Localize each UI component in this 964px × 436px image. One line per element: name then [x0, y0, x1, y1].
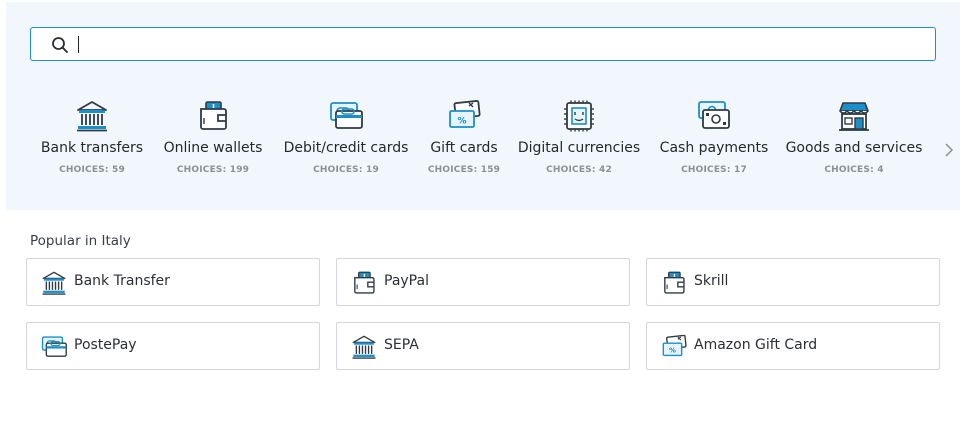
category-label: Gift cards — [430, 140, 498, 156]
popular-item-paypal[interactable]: PayPal — [336, 258, 630, 306]
payment-method-panel: Bank transfers CHOICES: 59 Online wallet… — [6, 2, 960, 210]
category-count: CHOICES: 159 — [427, 165, 501, 175]
chip-icon — [562, 100, 596, 132]
category-count: CHOICES: 17 — [681, 165, 747, 175]
category-count: CHOICES: 4 — [824, 165, 884, 175]
card-icon — [41, 334, 67, 360]
popular-item-postepay[interactable]: PostePay — [26, 322, 320, 370]
popular-item-bank-transfer[interactable]: Bank Transfer — [26, 258, 320, 306]
category-gift-cards[interactable]: Gift cards CHOICES: 159 — [424, 100, 504, 175]
category-cash-payments[interactable]: Cash payments CHOICES: 17 — [656, 100, 772, 175]
chevron-right-icon[interactable] — [942, 140, 956, 160]
wallet-icon — [661, 270, 687, 296]
category-label: Online wallets — [163, 140, 263, 156]
category-label: Debit/credit cards — [283, 140, 409, 156]
bank-icon — [351, 334, 377, 360]
category-label: Cash payments — [659, 140, 769, 156]
bank-icon — [75, 100, 109, 132]
category-count: CHOICES: 19 — [313, 165, 379, 175]
category-label: Goods and services — [785, 140, 923, 156]
popular-item-sepa[interactable]: SEPA — [336, 322, 630, 370]
category-debit-credit-cards[interactable]: Debit/credit cards CHOICES: 19 — [279, 100, 413, 175]
popular-item-label: Bank Transfer — [74, 273, 170, 289]
popular-item-skrill[interactable]: Skrill — [646, 258, 940, 306]
popular-item-label: Amazon Gift Card — [694, 337, 818, 353]
category-online-wallets[interactable]: Online wallets CHOICES: 199 — [156, 100, 270, 175]
category-bank-transfers[interactable]: Bank transfers CHOICES: 59 — [32, 100, 152, 175]
category-label: Bank transfers — [40, 140, 144, 156]
gift-card-icon — [447, 100, 481, 132]
text-caret — [78, 36, 79, 53]
popular-item-label: PostePay — [74, 337, 137, 353]
cash-icon — [697, 100, 731, 132]
search-icon — [52, 37, 68, 53]
bank-icon — [41, 270, 67, 296]
category-digital-currencies[interactable]: Digital currencies CHOICES: 42 — [514, 100, 644, 175]
wallet-icon — [196, 100, 230, 132]
card-icon — [329, 100, 363, 132]
popular-item-label: Skrill — [694, 273, 729, 289]
category-goods-and-services[interactable]: Goods and services CHOICES: 4 — [784, 100, 924, 175]
popular-item-amazon-gift-card[interactable]: Amazon Gift Card — [646, 322, 940, 370]
store-icon — [837, 100, 871, 132]
popular-item-label: SEPA — [384, 337, 419, 353]
category-count: CHOICES: 59 — [59, 165, 125, 175]
popular-section-title: Popular in Italy — [30, 233, 131, 249]
category-label: Digital currencies — [517, 140, 641, 156]
popular-item-label: PayPal — [384, 273, 429, 289]
search-input[interactable] — [83, 31, 923, 57]
wallet-icon — [351, 270, 377, 296]
search-box[interactable] — [30, 27, 936, 61]
gift-card-icon — [661, 334, 687, 360]
category-count: CHOICES: 199 — [176, 165, 250, 175]
category-count: CHOICES: 42 — [546, 165, 612, 175]
